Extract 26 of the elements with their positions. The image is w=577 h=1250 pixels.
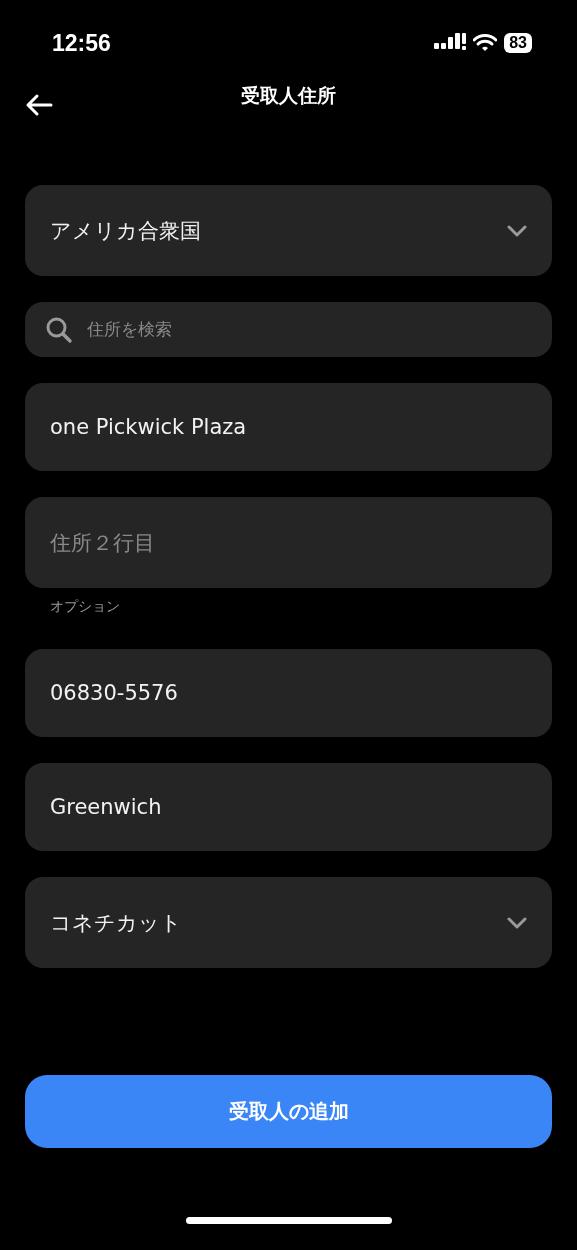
placeholder-text: 住所を検索 (87, 318, 173, 341)
add-recipient-button[interactable]: 受取人の追加 (25, 1075, 552, 1148)
battery-level: 83 (504, 33, 532, 53)
select-value: コネチカット (50, 909, 183, 937)
search-field[interactable]: 住所を検索 (25, 302, 552, 357)
select-field[interactable]: コネチカット (25, 877, 552, 968)
search-icon (45, 315, 73, 344)
back-button[interactable] (25, 93, 53, 117)
input-field[interactable]: 住所２行目 (25, 497, 552, 588)
field-hint: オプション (50, 598, 121, 616)
placeholder-text: 住所２行目 (50, 529, 156, 557)
select-value: アメリカ合衆国 (50, 217, 202, 245)
select-field[interactable]: アメリカ合衆国 (25, 185, 552, 276)
field-value: one Pickwick Plaza (50, 415, 248, 439)
page-title: 受取人住所 (241, 83, 336, 108)
signal-icon (434, 33, 467, 53)
input-field[interactable]: 06830-5576 (25, 649, 552, 737)
input-field[interactable]: Greenwich (25, 763, 552, 851)
status-time: 12:56 (52, 29, 111, 57)
back-arrow-icon (25, 93, 53, 117)
input-field[interactable]: one Pickwick Plaza (25, 383, 552, 471)
chevron-down-icon (507, 916, 527, 929)
chevron-down-icon (507, 224, 527, 237)
field-value: 06830-5576 (50, 681, 179, 705)
wifi-icon (473, 34, 498, 52)
field-value: Greenwich (50, 795, 163, 819)
